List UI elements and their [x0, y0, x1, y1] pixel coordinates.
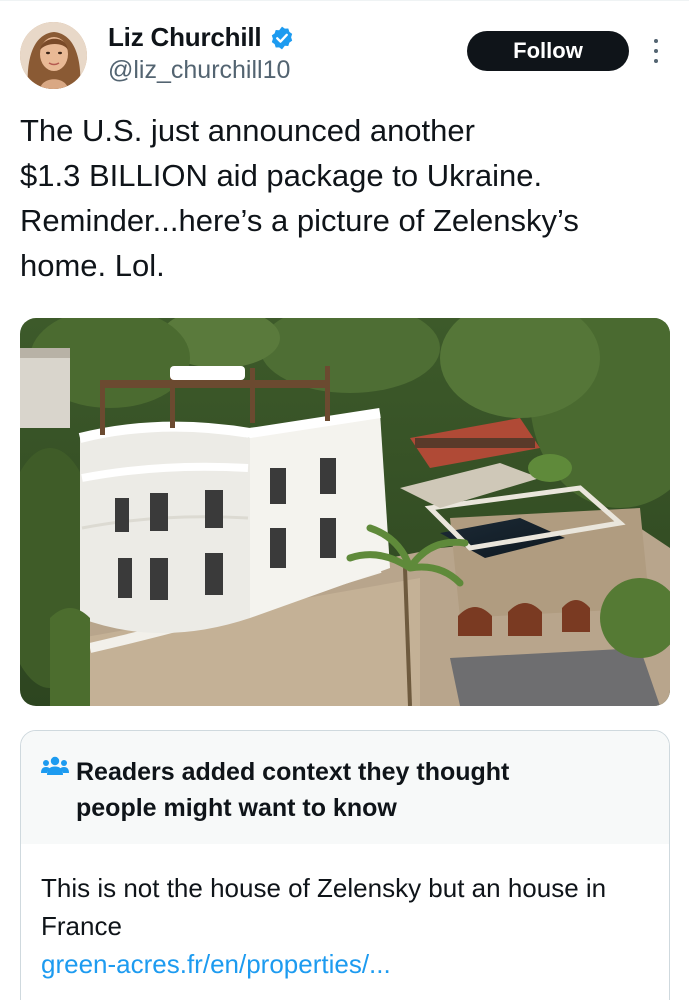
tweet-header: Liz Churchill @liz_churchill10 Follow — [0, 0, 689, 100]
community-note-header: Readers added context they thought peopl… — [21, 731, 669, 844]
more-vertical-icon[interactable] — [646, 36, 666, 66]
author-handle[interactable]: @liz_churchill10 — [108, 56, 290, 85]
verified-badge-icon — [269, 25, 295, 51]
community-note-title: Readers added context they thought peopl… — [76, 758, 510, 822]
people-group-icon — [41, 755, 69, 777]
community-note-body: This is not the house of Zelensky but an… — [41, 873, 607, 941]
community-note: Readers added context they thought peopl… — [20, 730, 670, 1000]
author-name-row: Liz Churchill — [108, 22, 295, 53]
community-note-source-link[interactable]: green-acres.fr/en/properties/... — [41, 945, 391, 983]
avatar-image — [20, 22, 87, 89]
more-dot — [654, 59, 658, 63]
follow-button[interactable]: Follow — [467, 31, 629, 71]
tweet-text: The U.S. just announced another $1.3 BIL… — [20, 113, 579, 283]
avatar[interactable] — [20, 22, 87, 89]
tweet-photo[interactable] — [20, 318, 670, 706]
more-dot — [654, 39, 658, 43]
author-display-name[interactable]: Liz Churchill — [108, 22, 262, 53]
villa-photo-illustration — [20, 318, 670, 706]
more-dot — [654, 49, 658, 53]
